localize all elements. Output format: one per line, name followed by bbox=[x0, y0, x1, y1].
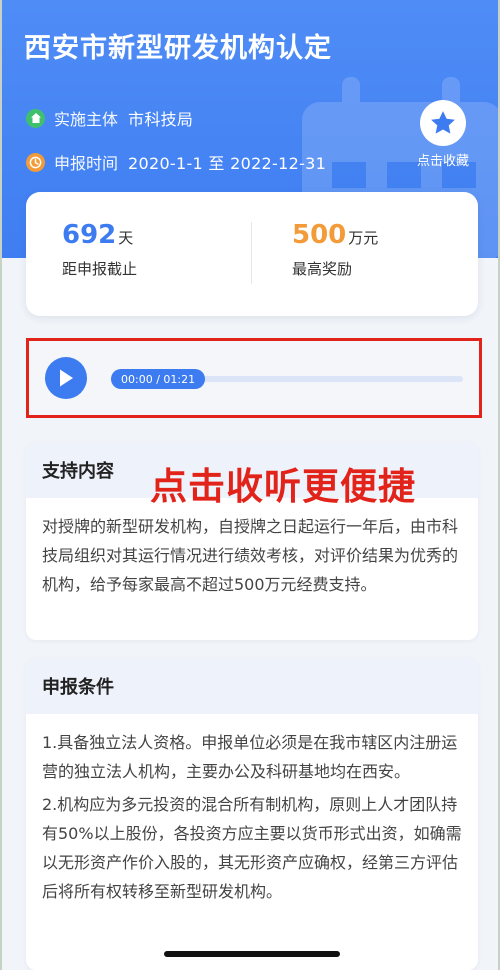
days-label: 距申报截止 bbox=[62, 260, 138, 278]
app-page: 西安市新型研发机构认定 实施主体 市科技局 申报时间 2020-1-1 至 20… bbox=[0, 0, 500, 970]
reward-stat: 500 万元 最高奖励 bbox=[292, 220, 378, 279]
days-value: 692 bbox=[62, 220, 117, 250]
page-title: 西安市新型研发机构认定 bbox=[24, 33, 332, 64]
star-icon bbox=[431, 111, 455, 134]
play-button[interactable] bbox=[45, 357, 87, 399]
implementer-row: 实施主体 市科技局 bbox=[26, 106, 193, 130]
play-icon bbox=[60, 369, 73, 387]
audio-player: 00:00 / 01:21 bbox=[26, 338, 482, 418]
favorite-label: 点击收藏 bbox=[416, 154, 469, 169]
listen-hint: 点击收听更便捷 bbox=[150, 465, 416, 508]
condition-item: 1.具备独立法人资格。申报单位必须是在我市辖区内注册运营的独立法人机构，主要办公… bbox=[42, 733, 458, 781]
favorite-button[interactable]: 点击收藏 bbox=[408, 100, 478, 169]
period-row: 申报时间 2020-1-1 至 2022-12-31 bbox=[26, 150, 326, 174]
support-text: 对授牌的新型研发机构，自授牌之日起运行一年后，由市科技局组织对其运行情况进行绩效… bbox=[42, 517, 459, 594]
implementer-value: 市科技局 bbox=[128, 110, 194, 129]
stats-divider bbox=[251, 222, 252, 284]
reward-label: 最高奖励 bbox=[292, 260, 353, 278]
home-indicator[interactable] bbox=[164, 951, 340, 957]
reward-value: 500 bbox=[292, 220, 347, 250]
stats-card: 692 天 距申报截止 500 万元 最高奖励 bbox=[26, 192, 478, 316]
audio-time[interactable]: 00:00 / 01:21 bbox=[111, 369, 206, 389]
support-body: 对授牌的新型研发机构，自授牌之日起运行一年后，由市科技局组织对其运行情况进行绩效… bbox=[26, 498, 478, 599]
condition-item: 2.机构应为多元投资的混合所有制机构，原则上人才团队持有50%以上股份，各投资方… bbox=[42, 795, 462, 901]
deadline-stat: 692 天 距申报截止 bbox=[62, 220, 137, 279]
implementer-label: 实施主体 bbox=[54, 110, 119, 129]
period-label: 申报时间 bbox=[54, 154, 119, 173]
period-value: 2020-1-1 至 2022-12-31 bbox=[128, 154, 327, 173]
favorite-circle[interactable] bbox=[420, 100, 466, 146]
conditions-body: 1.具备独立法人资格。申报单位必须是在我市辖区内注册运营的独立法人机构，主要办公… bbox=[26, 714, 478, 906]
reward-unit: 万元 bbox=[348, 229, 379, 247]
days-unit: 天 bbox=[118, 229, 134, 247]
conditions-title: 申报条件 bbox=[26, 658, 478, 714]
home-icon bbox=[26, 108, 45, 128]
conditions-section: 申报条件 1.具备独立法人资格。申报单位必须是在我市辖区内注册运营的独立法人机构… bbox=[26, 658, 478, 970]
clock-icon bbox=[26, 152, 45, 172]
